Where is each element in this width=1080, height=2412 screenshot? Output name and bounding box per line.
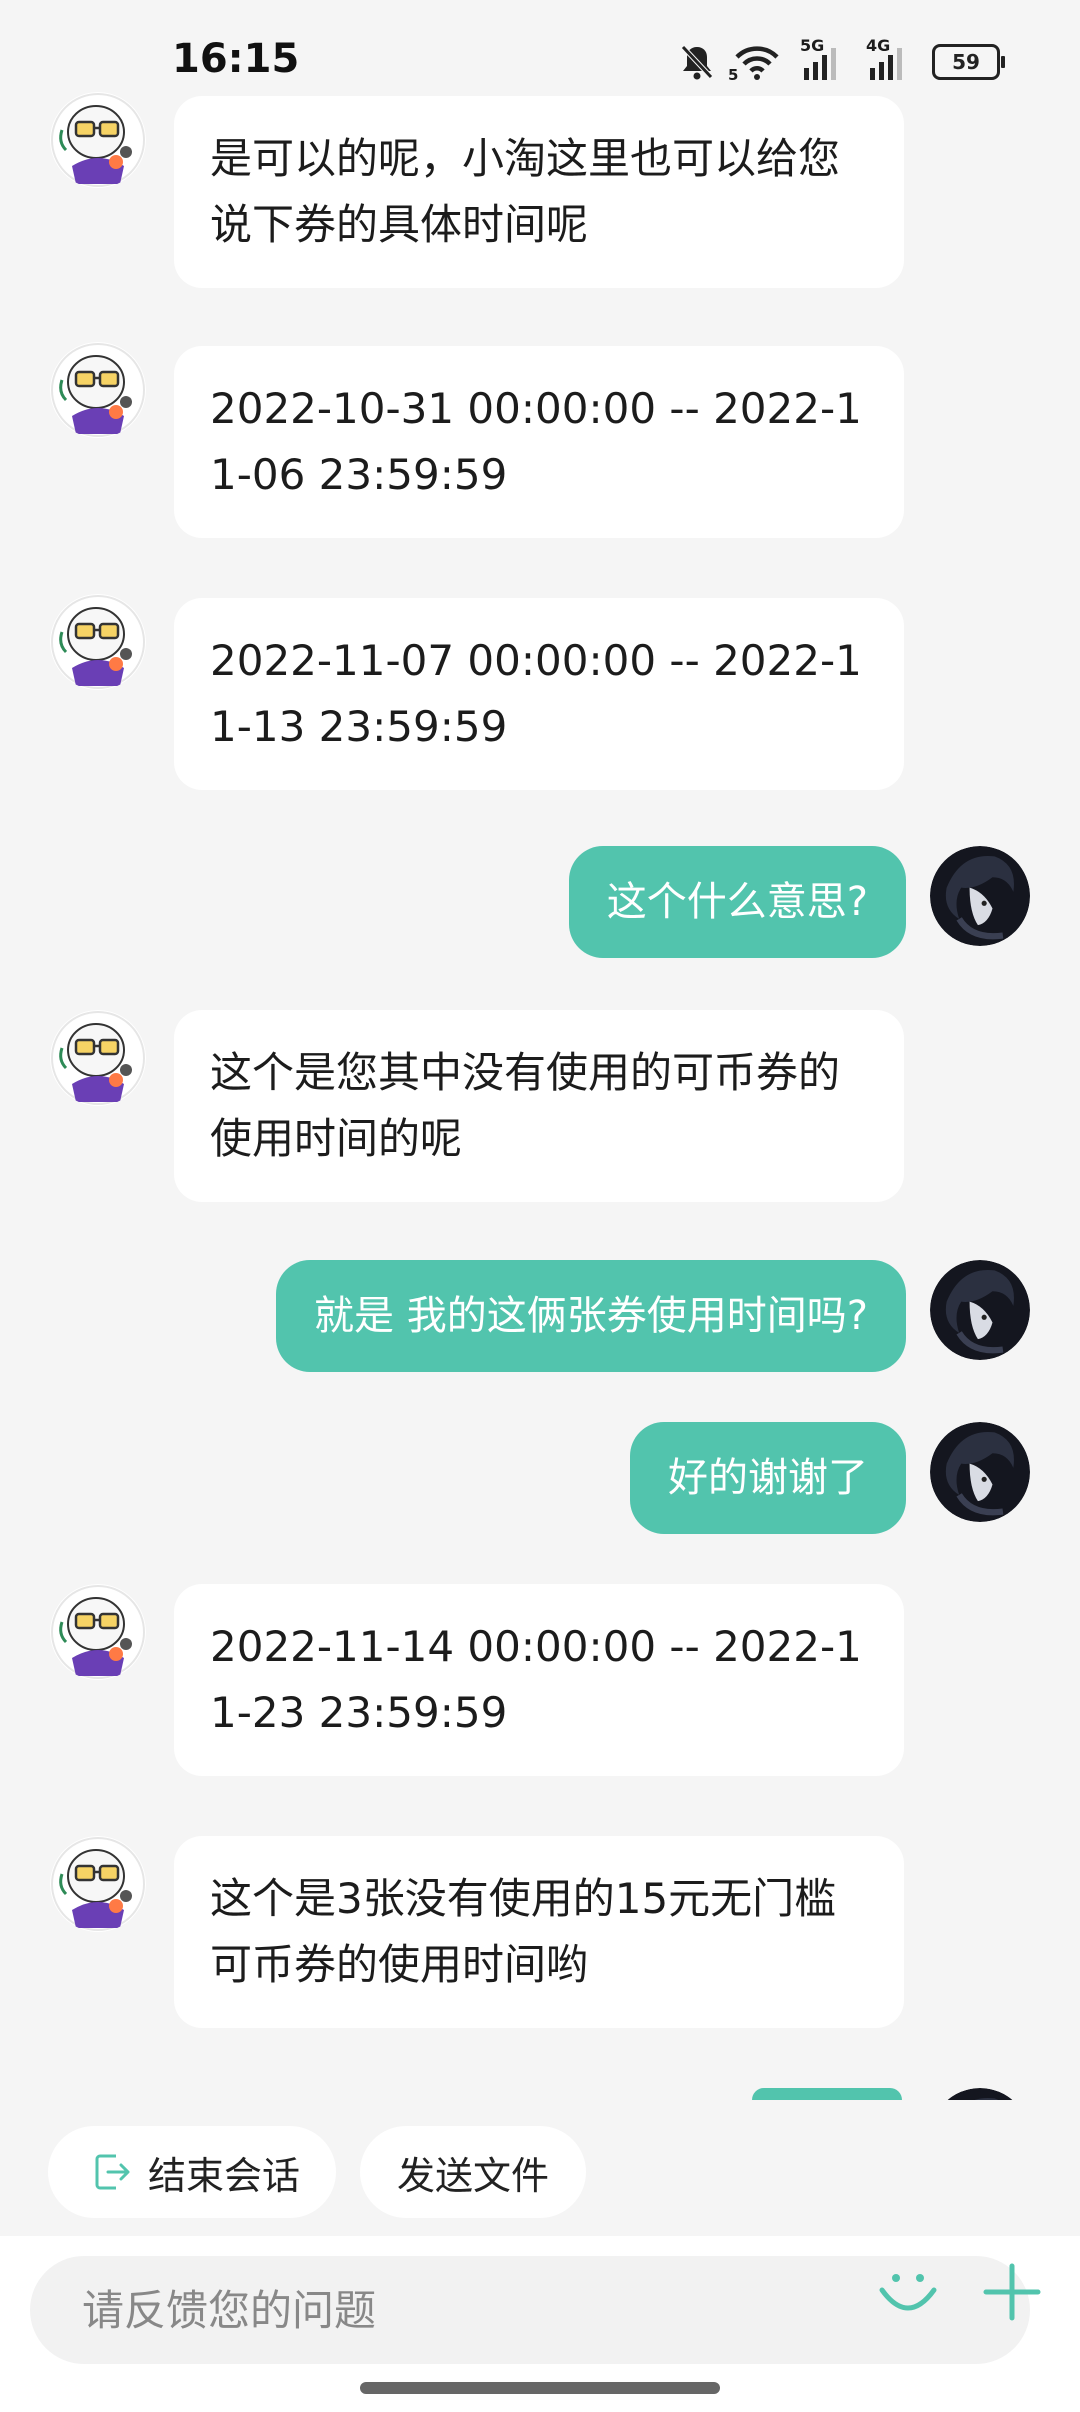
user-avatar[interactable] [930, 1422, 1030, 1522]
end-session-button[interactable]: 结束会话 [48, 2126, 336, 2218]
add-button[interactable] [980, 2260, 1044, 2328]
status-icons: 5 5G 4G 59 [680, 36, 1005, 84]
message-agent: 这个是您其中没有使用的可币券的使用时间的呢 [174, 1010, 904, 1202]
quick-actions: 结束会话 发送文件 [0, 2126, 1080, 2218]
user-avatar[interactable] [930, 1260, 1030, 1360]
wifi-icon: 5 [728, 44, 782, 84]
wifi-badge: 5 [728, 66, 739, 84]
input-bar [0, 2236, 1080, 2412]
emoji-button[interactable] [876, 2260, 940, 2328]
message-user: 就是 我的这俩张券使用时间吗? [276, 1260, 906, 1372]
message-user: 这个什么意思? [568, 846, 906, 958]
agent-avatar[interactable] [50, 1836, 146, 1932]
status-bar: 16:15 5 5G 4G 59 [0, 0, 1080, 90]
message-input[interactable] [80, 2284, 784, 2336]
send-file-button[interactable]: 发送文件 [360, 2126, 586, 2218]
agent-avatar[interactable] [50, 1584, 146, 1680]
agent-avatar[interactable] [50, 342, 146, 438]
battery-level: 59 [952, 50, 980, 74]
message-agent: 是可以的呢，小淘这里也可以给您说下券的具体时间呢 [174, 96, 904, 288]
signal-4g-label: 4G [866, 36, 891, 55]
signal-5g-label: 5G [800, 36, 825, 55]
user-avatar[interactable] [930, 846, 1030, 946]
message-agent: 这个是3张没有使用的15元无门槛可币券的使用时间哟 [174, 1836, 904, 2028]
agent-avatar[interactable] [50, 1010, 146, 1106]
message-agent: 2022-11-07 00:00:00 -- 2022-11-13 23:59:… [174, 598, 904, 790]
bell-off-icon [680, 44, 714, 80]
send-file-label: 发送文件 [396, 2153, 549, 2198]
home-indicator[interactable] [360, 2382, 720, 2394]
emoji-icon [876, 2274, 940, 2328]
chat-area[interactable]: 是可以的呢，小淘这里也可以给您说下券的具体时间呢 2022-10-31 00:0… [0, 90, 1080, 2100]
signal-4g-icon: 4G [866, 36, 914, 82]
agent-avatar[interactable] [50, 594, 146, 690]
message-user: 好的谢谢了 [630, 1422, 906, 1534]
signal-5g-icon: 5G [800, 36, 848, 82]
plus-icon [980, 2263, 1044, 2328]
user-avatar[interactable] [930, 2088, 1030, 2100]
exit-icon [90, 2150, 134, 2194]
agent-avatar[interactable] [50, 92, 146, 188]
message-agent: 2022-10-31 00:00:00 -- 2022-11-06 23:59:… [174, 346, 904, 538]
message-agent: 2022-11-14 00:00:00 -- 2022-11-23 23:59:… [174, 1584, 904, 1776]
end-session-label: 结束会话 [148, 2153, 301, 2198]
battery-icon: 59 [932, 44, 1005, 80]
message-user-partial [752, 2088, 902, 2100]
status-time: 16:15 [172, 36, 300, 82]
